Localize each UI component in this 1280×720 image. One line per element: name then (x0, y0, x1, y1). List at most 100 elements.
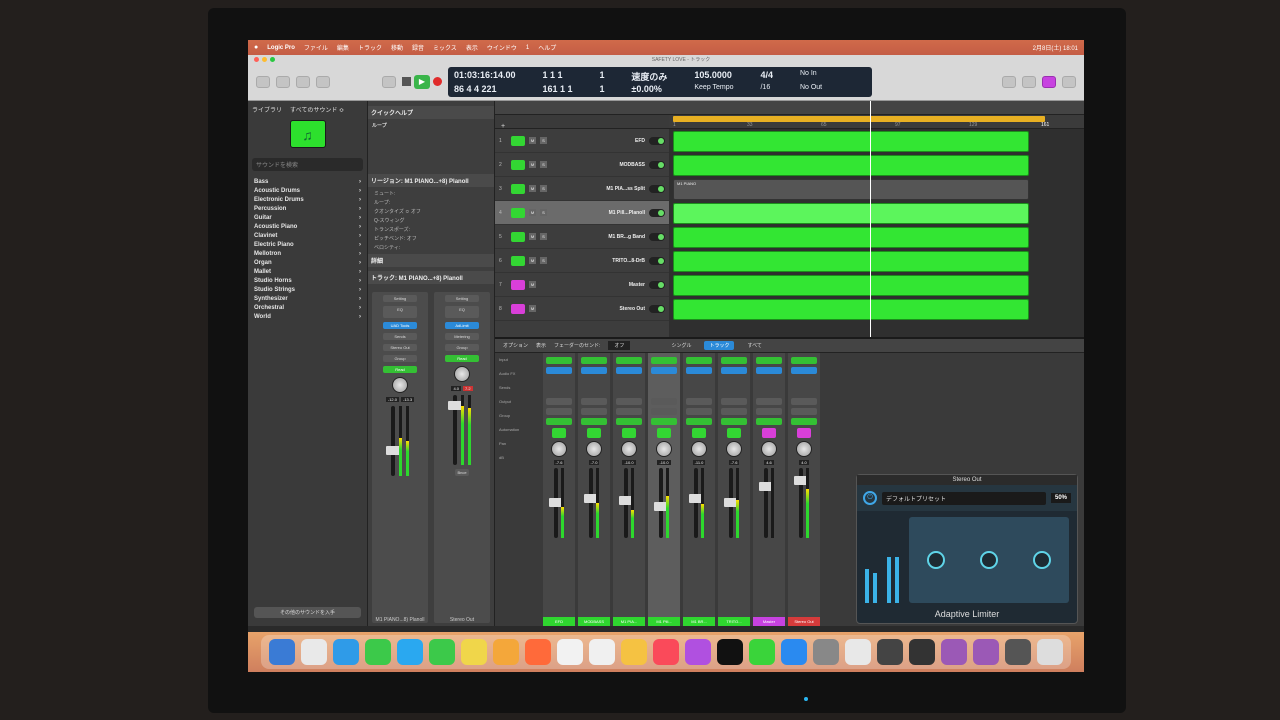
group-slot[interactable] (686, 408, 712, 415)
track-header[interactable]: 2 M S MODBASS (495, 153, 669, 177)
automation-mode[interactable] (616, 418, 642, 425)
contacts-icon[interactable] (525, 639, 551, 665)
midi-region[interactable] (673, 251, 1029, 272)
group-slot[interactable] (721, 408, 747, 415)
preset-menu[interactable]: デフォルトプリセット (882, 491, 1046, 505)
region-pitchbend-row[interactable]: ピッチベンド: オフ (372, 234, 490, 243)
input-slot[interactable] (756, 357, 782, 364)
group-slot[interactable] (651, 408, 677, 415)
midi-region[interactable] (673, 155, 1029, 176)
setting-button[interactable]: Setting (445, 295, 479, 302)
library-item[interactable]: Electronic Drums › (252, 195, 363, 204)
menu-navigate[interactable]: 移動 (391, 43, 403, 52)
input-slot[interactable] (581, 357, 607, 364)
maps-icon[interactable] (461, 639, 487, 665)
automation-mode[interactable] (581, 418, 607, 425)
pan-knob[interactable] (454, 366, 470, 382)
track-header[interactable]: 1 M S EFD (495, 129, 669, 153)
gain-knob[interactable] (926, 551, 945, 569)
automation-mode[interactable] (756, 418, 782, 425)
notes-icon[interactable] (621, 639, 647, 665)
volume-fader[interactable] (549, 468, 563, 538)
output-slot[interactable] (686, 398, 712, 405)
track-header[interactable]: 8 M Stereo Out (495, 297, 669, 321)
audio-fx-slot[interactable] (581, 367, 607, 374)
pan-knob[interactable] (551, 441, 567, 457)
input-slot[interactable] (651, 357, 677, 364)
system-settings-icon[interactable] (813, 639, 839, 665)
menu-help[interactable]: ヘルプ (538, 43, 556, 52)
output-slot[interactable] (616, 398, 642, 405)
volume-fader[interactable] (689, 468, 703, 538)
plugin-slot[interactable]: UAD Tools (383, 322, 417, 329)
inspector-toggle-button[interactable] (276, 75, 290, 88)
menu-file[interactable]: ファイル (304, 43, 328, 52)
automation-mode[interactable] (546, 418, 572, 425)
menu-mix[interactable]: ミックス (433, 43, 457, 52)
library-item[interactable]: Bass › (252, 177, 363, 186)
metering-slot[interactable]: Metering (445, 333, 479, 340)
menu-logic-pro[interactable]: Logic Pro (267, 45, 295, 51)
zoom-window-icon[interactable] (270, 56, 275, 62)
output-slot[interactable] (546, 398, 572, 405)
launchpad-icon[interactable] (301, 639, 327, 665)
automation-mode[interactable]: Read (383, 366, 417, 373)
library-toggle-button[interactable] (256, 75, 270, 88)
mixer-view-menu[interactable]: 表示 (536, 342, 546, 349)
toolbar-toggle-button[interactable] (316, 75, 330, 88)
audio-fx-slot[interactable] (546, 367, 572, 374)
track-header[interactable]: 3 M S M1 PIA...ss Split (495, 177, 669, 201)
calendar-icon[interactable] (557, 639, 583, 665)
setting-button[interactable]: Setting (383, 295, 417, 302)
audio-fx-slot[interactable] (791, 367, 817, 374)
region-loop-row[interactable]: ループ: (372, 198, 490, 207)
pan-knob[interactable] (586, 441, 602, 457)
audio-midi-icon[interactable] (877, 639, 903, 665)
more-section-header[interactable]: 詳細 (368, 254, 494, 267)
stop-icon[interactable] (402, 77, 411, 86)
automation-mode[interactable] (791, 418, 817, 425)
output-slot[interactable]: Stereo Out (383, 344, 417, 351)
automation-mode[interactable] (686, 418, 712, 425)
volume-fader[interactable] (759, 468, 773, 538)
preview-icon[interactable] (845, 639, 871, 665)
audio-fx-slot[interactable] (686, 367, 712, 374)
track-header[interactable]: 6 M S TRITO...8-DrB (495, 249, 669, 273)
output-slot[interactable] (581, 398, 607, 405)
track-inspector-header[interactable]: トラック: M1 PIANO...+8) Planoll (368, 271, 494, 284)
apple-tv-icon[interactable] (717, 639, 743, 665)
finder-icon[interactable] (269, 639, 295, 665)
volume-fader[interactable] (584, 468, 598, 538)
output-slot[interactable] (791, 398, 817, 405)
library-item[interactable]: Electric Piano › (252, 240, 363, 249)
plugin-window-title[interactable]: Stereo Out (857, 475, 1077, 485)
library-item[interactable]: Percussion › (252, 204, 363, 213)
region-quantize-row[interactable]: クオンタイズ ≎ オフ (372, 207, 490, 216)
eq-display[interactable]: EQ (383, 306, 417, 318)
input-slot[interactable] (721, 357, 747, 364)
mixer-tab-tracks[interactable]: トラック (704, 341, 735, 350)
library-item[interactable]: Guitar › (252, 213, 363, 222)
group-slot[interactable] (616, 408, 642, 415)
channel-name[interactable]: M1 Pill... (648, 617, 680, 626)
track-header-selected[interactable]: 4 M S M1 Pill...Planoll (495, 201, 669, 225)
trash-icon[interactable] (1037, 639, 1063, 665)
menu-one[interactable]: 1 (526, 45, 529, 51)
pan-knob[interactable] (621, 441, 637, 457)
audio-fx-slot[interactable] (651, 367, 677, 374)
group-slot[interactable] (546, 408, 572, 415)
volume-fader[interactable] (448, 395, 462, 465)
logic-pro-icon[interactable] (909, 639, 935, 665)
app-icon[interactable] (1005, 639, 1031, 665)
track-header[interactable]: 7 M Master (495, 273, 669, 297)
group-slot[interactable]: Group (445, 344, 479, 351)
view-percent[interactable]: 50% (1050, 493, 1071, 503)
volume-fader[interactable] (724, 468, 738, 538)
bar-ruler[interactable]: 1 33 65 97 129 161 (669, 115, 1084, 129)
app-icon[interactable] (973, 639, 999, 665)
library-item[interactable]: Studio Strings › (252, 285, 363, 294)
input-slot[interactable] (546, 357, 572, 364)
sends-on-faders-value[interactable]: オフ (608, 341, 631, 350)
library-search-input[interactable]: サウンドを検索 (252, 158, 363, 171)
automation-mode[interactable] (721, 418, 747, 425)
